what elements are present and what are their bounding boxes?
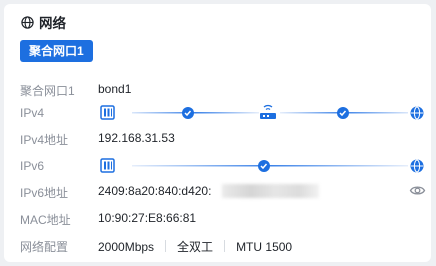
ipv4-address-label: IPv4地址 bbox=[20, 133, 69, 147]
ipv6-address-masked bbox=[222, 184, 319, 198]
check-circle-icon bbox=[182, 107, 194, 119]
ipv6-address-value: 2409:8a20:840:d420: bbox=[98, 184, 212, 198]
row-ipv4-address: IPv4地址 192.168.31.53 bbox=[20, 128, 420, 148]
row-ipv6-address: IPv6地址 2409:8a20:840:d420: bbox=[20, 181, 426, 201]
section-title-text: 网络 bbox=[39, 16, 66, 31]
globe-filled-icon bbox=[410, 159, 424, 173]
ipv4-topology bbox=[100, 104, 424, 120]
ipv6-address-label: IPv6地址 bbox=[20, 186, 69, 200]
network-card-icon bbox=[100, 158, 115, 173]
mac-label: MAC地址 bbox=[20, 213, 71, 227]
row-mac: MAC地址 10:90:27:E8:66:81 bbox=[20, 208, 420, 228]
globe-filled-icon bbox=[410, 106, 424, 120]
aggregate-label: 聚合网口1 bbox=[20, 84, 75, 98]
divider bbox=[224, 240, 226, 252]
mac-value: 10:90:27:E8:66:81 bbox=[98, 211, 197, 225]
check-circle-icon bbox=[258, 160, 270, 172]
duplex-mode: 全双工 bbox=[177, 240, 214, 254]
router-icon bbox=[260, 104, 276, 119]
mtu-value: MTU 1500 bbox=[236, 240, 293, 254]
tab-aggregate-port-1[interactable]: 聚合网口1 bbox=[20, 40, 93, 62]
network-card: 网络 聚合网口1 聚合网口1 bond1 IPv4 IPv4地址 192.168… bbox=[4, 4, 431, 262]
divider bbox=[165, 240, 167, 252]
network-config-value: 2000Mbps 全双工 MTU 1500 bbox=[98, 238, 292, 255]
network-card-icon bbox=[100, 105, 115, 120]
row-network-config: 网络配置 2000Mbps 全双工 MTU 1500 bbox=[20, 235, 420, 255]
ipv4-link-line-1 bbox=[132, 112, 259, 114]
eye-icon[interactable] bbox=[409, 182, 426, 199]
link-speed: 2000Mbps bbox=[98, 240, 155, 254]
ipv4-address-value: 192.168.31.53 bbox=[98, 131, 175, 145]
row-ipv6: IPv6 bbox=[20, 156, 424, 176]
ipv6-topology bbox=[100, 158, 424, 173]
network-config-label: 网络配置 bbox=[20, 240, 69, 254]
check-circle-icon bbox=[337, 107, 349, 119]
row-aggregate: 聚合网口1 bond1 bbox=[20, 79, 420, 99]
aggregate-value: bond1 bbox=[98, 82, 132, 96]
row-ipv4: IPv4 bbox=[20, 103, 424, 123]
section-title: 网络 bbox=[21, 14, 66, 31]
globe-icon bbox=[21, 15, 34, 29]
ipv6-link-line bbox=[132, 165, 408, 167]
